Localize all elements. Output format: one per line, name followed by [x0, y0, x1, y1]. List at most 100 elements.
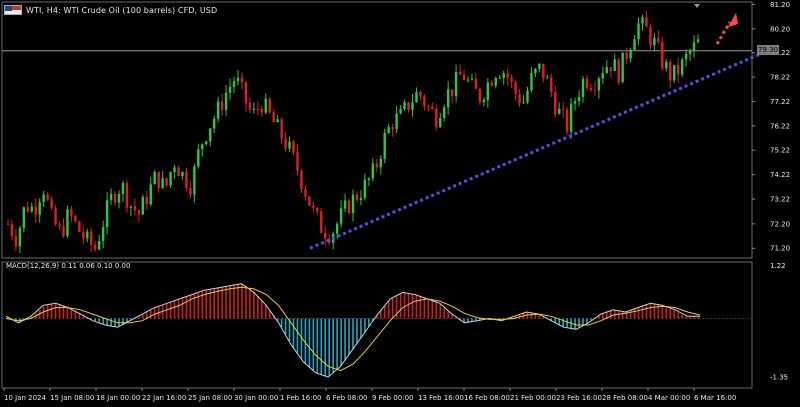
candle-body — [276, 119, 279, 123]
candle-body — [189, 187, 192, 195]
candle-body — [193, 166, 196, 195]
candle-body — [252, 108, 256, 110]
candle-body — [387, 127, 390, 134]
time-axis-label: 1 Feb 16:00 — [280, 394, 321, 402]
candle-body — [367, 178, 371, 180]
candle-body — [141, 196, 145, 215]
candle-body — [22, 207, 26, 229]
candle-body — [129, 206, 133, 208]
candle-body — [50, 199, 53, 209]
time-axis[interactable]: 10 Jan 2024 15 Jan 08:00 18 Jan 00:00 22 Ja… — [3, 388, 736, 402]
candle-body — [478, 88, 482, 103]
candle-body — [629, 49, 632, 59]
candle-body — [363, 179, 367, 199]
time-axis-label: 15 Jan 08:00 — [50, 394, 94, 402]
candle-body — [534, 68, 537, 74]
candle-body — [439, 117, 442, 127]
candle-body — [10, 224, 14, 237]
candle-body — [157, 171, 160, 188]
candle-body — [490, 82, 493, 86]
candle-body — [66, 209, 69, 236]
candle-body — [518, 94, 521, 104]
candle-body — [169, 171, 172, 186]
candle-body — [561, 108, 565, 110]
candle-body — [18, 228, 22, 247]
time-axis-label: 23 Feb 16:00 — [556, 394, 602, 402]
time-axis-label: 28 Feb 08:00 — [602, 394, 648, 402]
candle-body — [58, 224, 61, 227]
candle-body — [423, 96, 426, 107]
candle-body — [395, 113, 398, 130]
candle-body — [201, 144, 204, 150]
price-axis[interactable]: 81.2080.2079.2278.2277.2276.2275.2274.22… — [752, 1, 790, 253]
candle-body — [494, 77, 497, 86]
candles-layer[interactable] — [6, 11, 700, 254]
candle-body — [284, 138, 287, 149]
candle-body — [462, 74, 466, 80]
trading-chart[interactable]: 81.2080.2079.2278.2277.2276.2275.2274.22… — [0, 0, 800, 407]
candle-body — [228, 86, 232, 93]
candle-body — [673, 65, 676, 81]
candle-body — [554, 92, 557, 114]
candle-body — [173, 167, 176, 172]
candle-body — [569, 103, 573, 132]
candle-body — [339, 208, 343, 224]
candle-body — [593, 90, 597, 92]
candle-body — [411, 102, 414, 110]
candle-body — [42, 194, 45, 203]
candle-body — [205, 141, 208, 145]
candle-body — [248, 103, 252, 110]
candle-body — [407, 102, 410, 110]
candle-body — [296, 152, 299, 171]
candle-body — [78, 221, 81, 232]
candle-body — [94, 244, 97, 250]
candle-body — [308, 196, 311, 206]
candle-body — [26, 207, 30, 212]
arrow-shaft — [715, 21, 732, 45]
candle-body — [625, 52, 628, 59]
candle-body — [90, 231, 93, 245]
candle-body — [109, 193, 113, 201]
candle-body — [300, 170, 303, 190]
candle-body — [645, 17, 648, 27]
macd-axis-label: -1.35 — [770, 374, 788, 382]
candle-body — [538, 63, 541, 69]
candle-body — [510, 77, 513, 82]
candle-body — [185, 172, 188, 188]
candle-body — [415, 92, 418, 103]
price-axis-label: 71.20 — [770, 245, 790, 253]
candle-body — [486, 82, 490, 100]
candle-body — [145, 196, 148, 205]
trendline[interactable] — [309, 51, 763, 250]
candle-body — [661, 42, 664, 69]
time-axis-label: 30 Jan 00:00 — [234, 394, 278, 402]
candle-body — [343, 200, 347, 209]
candle-body — [347, 200, 351, 213]
candle-body — [260, 108, 263, 113]
candle-body — [558, 108, 561, 114]
candle-body — [443, 107, 446, 118]
time-axis-label: 16 Feb 08:00 — [464, 394, 510, 402]
candle-body — [197, 149, 200, 167]
candle-body — [181, 172, 184, 177]
candle-body — [589, 87, 593, 91]
candle-body — [177, 167, 180, 177]
candle-body — [657, 37, 660, 43]
symbol-header: WTI, H4: WTI Crude Oil (100 barrels) CFD… — [4, 3, 800, 17]
candle-body — [38, 202, 41, 215]
candle-body — [30, 206, 33, 212]
macd-axis-label: 1.22 — [770, 262, 786, 270]
candle-body — [74, 215, 77, 222]
time-axis-label: 22 Jan 16:00 — [142, 394, 186, 402]
candle-body — [86, 231, 89, 239]
candle-body — [526, 90, 529, 103]
candle-body — [105, 200, 109, 228]
candle-body — [550, 77, 553, 93]
time-axis-label: 6 Feb 08:00 — [326, 394, 367, 402]
candle-body — [506, 73, 509, 78]
time-axis-label: 4 Mar 00:00 — [648, 394, 690, 402]
candle-body — [431, 106, 434, 109]
candle-body — [577, 96, 581, 102]
time-axis-label: 13 Feb 16:00 — [418, 394, 464, 402]
candle-body — [502, 73, 505, 78]
